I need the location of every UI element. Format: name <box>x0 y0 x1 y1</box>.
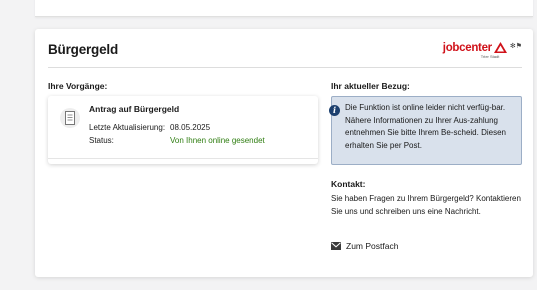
postfach-label: Zum Postfach <box>346 241 399 251</box>
vorgang-title: Antrag auf Bürgergeld <box>89 104 180 114</box>
postfach-link[interactable]: Zum Postfach <box>331 241 398 251</box>
vorgang-card[interactable]: Antrag auf Bürgergeld Letzte Aktualisier… <box>48 96 318 164</box>
logo-mark-icon <box>493 42 507 53</box>
document-icon <box>60 108 80 128</box>
buergergeld-card: Bürgergeld jobcenter ✻⚑ Trier Stadt Ihre… <box>35 29 533 277</box>
mail-icon <box>331 242 341 250</box>
kontakt-text: Sie haben Fragen zu Ihrem Bürgergeld? Ko… <box>331 194 521 216</box>
info-box: i Die Funktion ist online leider nicht v… <box>329 96 522 165</box>
logo-text: jobcenter <box>442 42 492 54</box>
updated-label: Letzte Aktualisierung: <box>89 123 166 132</box>
status-value: Von Ihnen online gesendet <box>170 136 265 145</box>
card-title: Bürgergeld <box>48 42 119 57</box>
info-text: Die Funktion ist online leider nicht ver… <box>345 103 506 150</box>
previous-card <box>35 0 533 17</box>
info-icon: i <box>329 105 340 116</box>
jobcenter-logo: jobcenter ✻⚑ Trier Stadt <box>443 41 522 61</box>
status-label: Status: <box>89 136 114 145</box>
logo-subtitle: Trier Stadt <box>480 54 500 59</box>
kontakt-heading: Kontakt: <box>331 179 366 189</box>
card-divider <box>48 158 318 159</box>
card-header: Bürgergeld jobcenter ✻⚑ Trier Stadt <box>48 39 522 68</box>
coat-of-arms-icon: ✻⚑ <box>509 43 522 50</box>
bezug-heading: Ihr aktueller Bezug: <box>331 81 410 91</box>
vorgaenge-heading: Ihre Vorgänge: <box>48 81 108 91</box>
updated-value: 08.05.2025 <box>170 123 211 132</box>
